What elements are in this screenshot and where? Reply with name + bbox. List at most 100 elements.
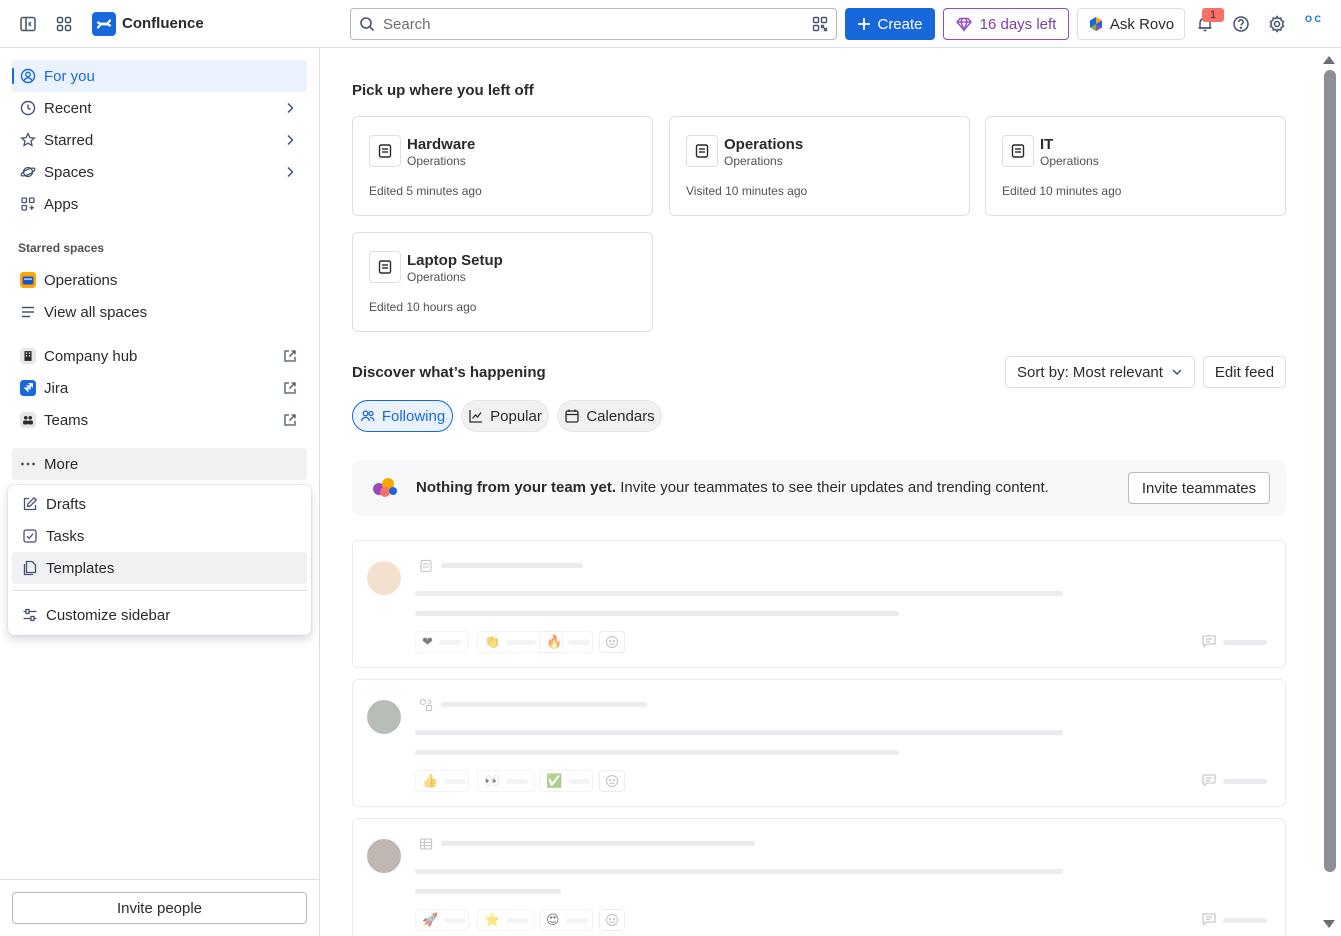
settings-gear-icon[interactable] [1265, 12, 1289, 36]
reaction-heart-eyes: 😍 [539, 909, 593, 931]
template-page-icon [22, 560, 38, 576]
tab-calendars[interactable]: Calendars [557, 400, 662, 432]
edit-feed-button[interactable]: Edit feed [1203, 356, 1286, 388]
teams-icon [20, 412, 36, 428]
card-title: Operations [724, 136, 804, 153]
eyes-icon: 👀 [484, 773, 501, 788]
menu-item-label: Drafts [46, 495, 87, 513]
trial-label: 16 days left [979, 15, 1057, 33]
tab-popular[interactable]: Popular [461, 400, 549, 432]
placeholder-avatar [367, 700, 401, 734]
apps-grid-icon [20, 196, 36, 212]
menu-item-drafts[interactable]: Drafts [12, 488, 307, 520]
sidebar-item-apps[interactable]: Apps [12, 188, 307, 220]
database-table-icon [419, 837, 433, 851]
more-dots-icon [20, 456, 36, 472]
card-space: Operations [1040, 154, 1099, 168]
scroll-up-arrow-icon[interactable] [1322, 54, 1336, 66]
menu-item-label: Tasks [46, 527, 85, 545]
rocket-icon: 🚀 [422, 912, 439, 927]
placeholder-line [1223, 779, 1267, 784]
invite-teammates-button[interactable]: Invite teammates [1128, 472, 1270, 504]
menu-item-templates[interactable]: Templates [12, 552, 307, 584]
starred-spaces-heading: Starred spaces [18, 241, 105, 255]
people-icon [360, 408, 376, 424]
chevron-down-icon [1171, 366, 1183, 378]
chevron-right-icon[interactable] [283, 133, 297, 147]
create-button[interactable]: Create [845, 8, 935, 40]
placeholder-line [441, 563, 583, 568]
sidebar-footer: Invite people [0, 879, 319, 936]
main-content: Pick up where you left off Hardware Oper… [320, 48, 1341, 936]
sidebar-item-starred[interactable]: Starred [12, 124, 307, 156]
menu-item-tasks[interactable]: Tasks [12, 520, 307, 552]
page-icon [419, 559, 433, 573]
reaction-check: ✅ [539, 770, 593, 792]
check-mark-icon: ✅ [546, 773, 563, 788]
search-filter-icon[interactable] [812, 16, 828, 32]
user-avatar[interactable]: O C [1300, 14, 1326, 34]
recent-card[interactable]: IT Operations Edited 10 minutes ago [985, 116, 1286, 216]
scroll-down-arrow-icon[interactable] [1322, 918, 1336, 930]
sidebar-toggle-icon[interactable] [16, 12, 40, 36]
chevron-right-icon[interactable] [283, 165, 297, 179]
feed-placeholder-card: 🚀 ⭐ 😍 [352, 818, 1286, 936]
ask-rovo-button[interactable]: Ask Rovo [1077, 8, 1185, 40]
reaction-heart: ❤ [415, 631, 469, 653]
discover-section-title: Discover what’s happening [352, 364, 546, 381]
product-name[interactable]: Confluence [122, 15, 204, 32]
search-box[interactable] [350, 8, 837, 40]
tab-following[interactable]: Following [352, 400, 453, 432]
recent-card[interactable]: Operations Operations Visited 10 minutes… [669, 116, 970, 216]
sort-label: Sort by: Most relevant [1017, 363, 1163, 381]
sidebar-item-recent[interactable]: Recent [12, 92, 307, 124]
card-title: Hardware [407, 136, 476, 153]
empty-feed-bold: Nothing from your team yet. [416, 479, 617, 496]
comment-icon [1201, 912, 1217, 926]
sidebar-item-spaces[interactable]: Spaces [12, 156, 307, 188]
top-navigation: Confluence Create 16 days left Ask Rovo … [0, 0, 1341, 48]
menu-item-customize-sidebar[interactable]: Customize sidebar [12, 599, 307, 631]
app-switcher-icon[interactable] [52, 12, 76, 36]
sidebar-item-operations-space[interactable]: Operations [12, 264, 307, 296]
fire-icon: 🔥 [546, 634, 563, 649]
reaction-fire: 🔥 [539, 631, 593, 653]
add-reaction-icon [599, 909, 625, 931]
page-icon [369, 135, 401, 167]
recent-card[interactable]: Hardware Operations Edited 5 minutes ago [352, 116, 653, 216]
rovo-label: Ask Rovo [1109, 15, 1175, 33]
notification-badge: 1 [1202, 8, 1224, 22]
sidebar-item-jira[interactable]: Jira [12, 372, 307, 404]
feed-placeholder-card: ❤ 👏 🔥 [352, 540, 1286, 668]
clap-icon: 👏 [484, 634, 501, 649]
tab-label: Popular [490, 407, 542, 425]
recent-card[interactable]: Laptop Setup Operations Edited 10 hours … [352, 232, 653, 332]
comment-icon [1201, 773, 1217, 787]
active-indicator [12, 68, 14, 84]
sort-dropdown[interactable]: Sort by: Most relevant [1005, 356, 1195, 388]
sidebar-item-label: Company hub [44, 347, 138, 365]
sidebar-item-company-hub[interactable]: Company hub [12, 340, 307, 372]
card-meta: Visited 10 minutes ago [686, 184, 808, 198]
jira-logo-icon [20, 380, 36, 396]
sidebar-item-more[interactable]: More [12, 448, 307, 480]
search-input[interactable] [383, 15, 783, 33]
page-icon [369, 251, 401, 283]
sidebar-item-for-you[interactable]: For you [12, 60, 307, 92]
more-menu: Drafts Tasks Templates Customize sidebar [8, 485, 311, 635]
sidebar-item-teams[interactable]: Teams [12, 404, 307, 436]
help-icon[interactable] [1229, 12, 1253, 36]
external-link-icon [283, 381, 297, 395]
trial-button[interactable]: 16 days left [943, 8, 1069, 40]
invite-people-button[interactable]: Invite people [12, 892, 307, 924]
scroll-thumb[interactable] [1324, 70, 1336, 872]
reaction-eyes: 👀 [477, 770, 535, 792]
card-title: IT [1040, 136, 1054, 153]
card-space: Operations [407, 270, 466, 284]
sidebar-item-view-all-spaces[interactable]: View all spaces [12, 296, 307, 328]
empty-feed-message: Invite your teammates to see their updat… [616, 479, 1049, 496]
chevron-right-icon[interactable] [283, 101, 297, 115]
placeholder-line [1223, 640, 1267, 645]
confluence-logo-icon[interactable] [92, 12, 116, 36]
heart-icon: ❤ [422, 634, 433, 649]
